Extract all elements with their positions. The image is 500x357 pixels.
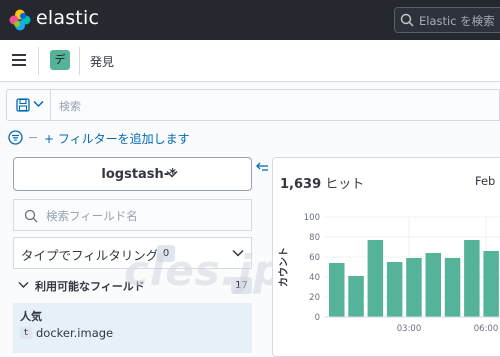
histogram-bar[interactable] [348, 276, 364, 317]
histogram-panel: 1,639 ヒット Feb 1 0 20 40 60 80 100 カウント 03:00 06:… [272, 157, 500, 357]
global-search-placeholder: Elastic を検索 [419, 14, 495, 28]
save-icon [16, 98, 30, 112]
histogram-bar[interactable] [406, 258, 422, 317]
field-search-input[interactable]: 検索フィールド名 [13, 199, 252, 231]
field-search-placeholder: 検索フィールド名 [46, 209, 138, 223]
watermark: cles.jp [124, 246, 285, 295]
top-header: elastic Elastic を検索 [0, 0, 500, 40]
y-tick-label: 20 [309, 293, 320, 303]
index-pattern-label: logstash-* [101, 167, 176, 182]
hits-number: 1,639 [280, 177, 322, 192]
add-filter-button[interactable]: + フィルターを追加します [44, 130, 190, 147]
app-bar: デ 発見 [0, 40, 500, 82]
breadcrumb: 発見 [90, 55, 115, 69]
y-tick-label: 100 [304, 213, 320, 223]
chevron-down-icon [18, 282, 29, 288]
space-avatar[interactable]: デ [50, 50, 70, 70]
histogram-bar[interactable] [483, 251, 499, 317]
histogram-bar[interactable] [386, 262, 403, 317]
y-tick-label: 60 [309, 253, 320, 263]
chevron-down-icon [166, 170, 178, 178]
popular-fields-label: 人気 [20, 310, 42, 323]
y-axis-label: カウント [278, 247, 290, 287]
divider [38, 47, 39, 75]
query-input[interactable]: 検索 [59, 98, 81, 114]
x-tick-label: 06:00 [474, 324, 499, 334]
histogram-bar[interactable] [444, 258, 461, 317]
index-pattern-selector[interactable]: logstash-* [13, 157, 252, 191]
histogram-bar[interactable] [367, 240, 384, 317]
date-range[interactable]: Feb 1 [475, 174, 500, 188]
y-tick-label: 80 [309, 233, 320, 243]
brand-name: elastic [36, 7, 100, 29]
elastic-logo-icon[interactable] [9, 9, 31, 31]
field-item-docker-image[interactable]: docker.image [36, 326, 113, 340]
x-tick-label: 03:00 [397, 324, 422, 334]
popular-fields-section: 人気 t docker.image [13, 303, 252, 353]
search-icon [400, 13, 414, 27]
query-bar: 検索 [6, 89, 500, 121]
menu-icon[interactable] [12, 54, 26, 66]
global-search-input[interactable]: Elastic を検索 [394, 7, 500, 33]
collapse-sidebar-icon[interactable] [256, 162, 269, 173]
histogram-bar[interactable] [329, 263, 345, 317]
histogram-chart[interactable]: 0 20 40 60 80 100 カウント 03:00 06:00 [273, 202, 500, 342]
histogram-bar[interactable] [425, 253, 442, 317]
divider [79, 47, 80, 75]
string-type-icon: t [20, 327, 32, 339]
chevron-down-icon [33, 100, 44, 108]
hits-label: ヒット [325, 177, 365, 192]
y-tick-label: 0 [315, 313, 320, 323]
saved-query-button[interactable] [7, 90, 51, 120]
filter-icon[interactable] [8, 130, 23, 145]
y-tick-label: 40 [309, 273, 320, 283]
search-icon [24, 209, 38, 223]
hits-count: 1,639 ヒット [280, 173, 364, 192]
histogram-bar[interactable] [464, 240, 480, 317]
divider [29, 137, 37, 138]
